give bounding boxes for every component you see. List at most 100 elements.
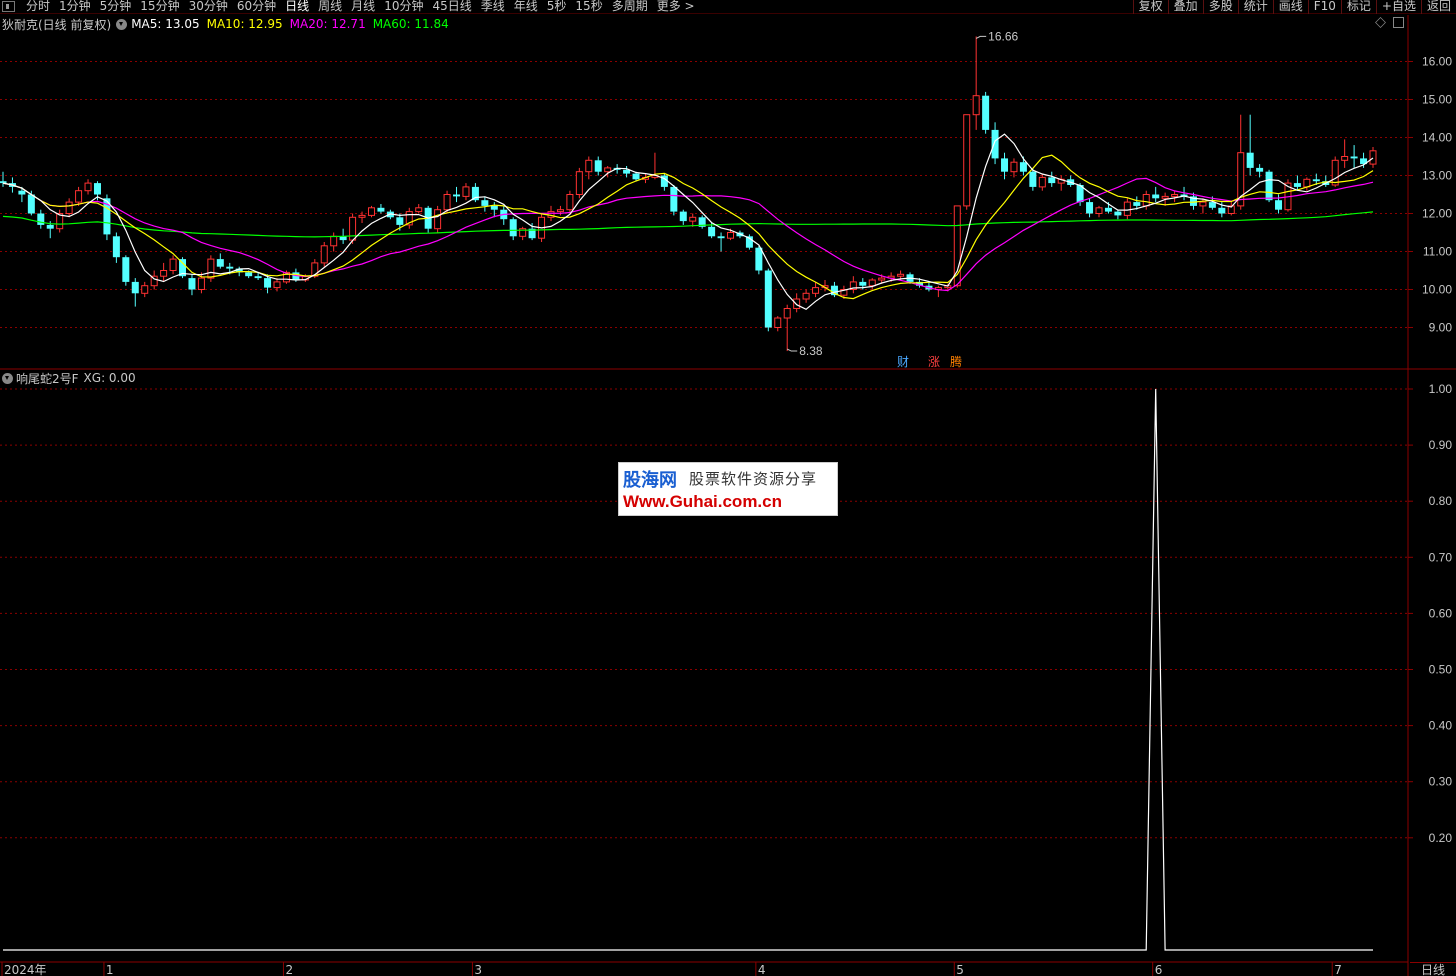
ma60-label: MA60: 11.84 [372,17,449,31]
timeframe-tab[interactable]: 年线 [514,0,538,13]
candle-body-down [1152,194,1160,199]
candle-body-down [1048,177,1056,184]
sub-y-tick-label: 0.60 [1429,606,1453,620]
timeframe-tab[interactable]: 10分钟 [384,0,423,13]
timeframe-tab[interactable]: 30分钟 [189,0,228,13]
timeframe-tab[interactable]: 周线 [318,0,342,13]
candle-body-down [1114,211,1122,216]
candle-body-up [972,95,980,116]
candle-body-down [254,276,262,279]
timeframe-tab[interactable]: 月线 [351,0,375,13]
x-tick-label: 3 [474,963,482,976]
candle-body-up [1171,194,1179,197]
candle-body-up [556,209,564,213]
sub-chart-header: 响尾蛇2号F XG: 0.00 [2,370,136,386]
diamond-icon[interactable] [1375,17,1386,28]
candle-body-up [462,186,470,197]
toolbar-button[interactable]: 多股 [1202,0,1238,14]
candle-body-up [273,281,281,289]
candle-body-up [689,216,697,222]
timeframe-tab[interactable]: 分时 [26,0,50,13]
x-tick-label: 7 [1334,963,1342,976]
toolbar-button[interactable]: 标记 [1340,0,1376,14]
timeframe-tab[interactable]: 45日线 [432,0,471,13]
ma10-line [2,154,1374,300]
candle-body-up [207,258,215,279]
candle-body-down [679,211,687,222]
candle-body-up [358,214,366,218]
candle-body-down [717,236,725,239]
timeframe-tab[interactable]: 15分钟 [140,0,179,13]
candle-body-down [481,200,489,206]
indicator-title[interactable]: 响尾蛇2号F [16,370,79,387]
x-tick-label: 5 [956,963,964,976]
timeframe-tab[interactable]: 多周期 [612,0,648,13]
toolbar-button[interactable]: F10 [1307,0,1341,14]
candle-body-down [991,129,999,159]
timeframe-tab[interactable]: 15秒 [575,0,602,13]
main-y-tick-label: 11.00 [1423,245,1452,259]
timeframe-tab[interactable]: 60分钟 [237,0,276,13]
candle-body-down [377,207,385,212]
timeframe-tab[interactable]: 1分钟 [59,0,91,13]
candle-body-up [434,209,442,230]
indicator-menu-icon[interactable] [116,18,128,30]
candle-body-down [18,190,26,195]
main-y-tick-label: 9.00 [1429,321,1453,335]
candle-body-up [1303,178,1311,188]
candle-body-up [897,273,905,277]
event-mark: 财 [897,355,909,369]
candle-body-up [585,159,593,173]
candle-body-up [1331,159,1339,186]
candle-body-down [93,183,101,195]
sub-y-tick-label: 0.80 [1429,494,1453,508]
timeframe-tab[interactable]: 5秒 [547,0,567,13]
timeframe-tab[interactable]: 更多 > [657,0,695,13]
timeframe-tab[interactable]: 日线 [285,0,309,13]
watermark-subtitle: 股票软件资源分享 [689,470,818,488]
toolbar-button[interactable]: 叠加 [1167,0,1203,14]
main-y-tick-label: 16.00 [1422,55,1452,69]
candle-body-down [1265,171,1273,201]
candle-body-up [878,277,886,281]
candle-body-up [160,270,168,277]
candle-body-down [594,160,602,172]
candle-body-up [604,167,612,173]
candle-body-up [141,285,149,294]
sub-y-tick-label: 0.90 [1429,438,1453,452]
candle-body-down [982,95,990,130]
maximize-icon[interactable] [1393,17,1404,28]
watermark-logo: 股海网 [623,470,677,491]
stock-title[interactable]: 狄耐克(日线 前复权) [2,16,111,33]
toolbar-button[interactable]: +自选 [1375,0,1421,14]
candle-body-up [349,216,357,241]
candle-body-down [490,205,498,210]
candle-body-up [1161,195,1169,199]
candle-body-down [131,281,139,294]
candle-body-down [1133,202,1141,206]
candle-body-down [670,186,678,212]
sub-y-tick-label: 0.70 [1429,550,1453,564]
x-tick-label: 4 [758,963,766,976]
toolbar-button[interactable]: 画线 [1272,0,1308,14]
candle-body-up [868,279,876,287]
candle-body-down [623,169,631,174]
main-y-tick-label: 10.00 [1422,283,1452,297]
indicator-menu-icon[interactable] [2,372,13,384]
toolbar-button[interactable]: 统计 [1237,0,1273,14]
candle-body-up [84,182,92,192]
x-tick-label: 2 [285,963,293,976]
candle-body-down [1208,202,1216,208]
candle-body-down [755,247,763,271]
timeframe-tab[interactable]: 季线 [481,0,505,13]
candle-body-down [1275,200,1283,210]
candle-body-down [216,259,224,267]
panel-toggle-icon[interactable] [2,1,15,12]
candle-body-down [453,194,461,197]
toolbar-button[interactable]: 返回 [1420,0,1456,14]
timeframe-tab[interactable]: 5分钟 [100,0,132,13]
bottom-tab-daily[interactable]: 日线 [1410,962,1456,976]
candle-body-up [1095,207,1103,215]
toolbar-button[interactable]: 复权 [1132,0,1168,14]
low-marker-pointer [786,348,798,352]
